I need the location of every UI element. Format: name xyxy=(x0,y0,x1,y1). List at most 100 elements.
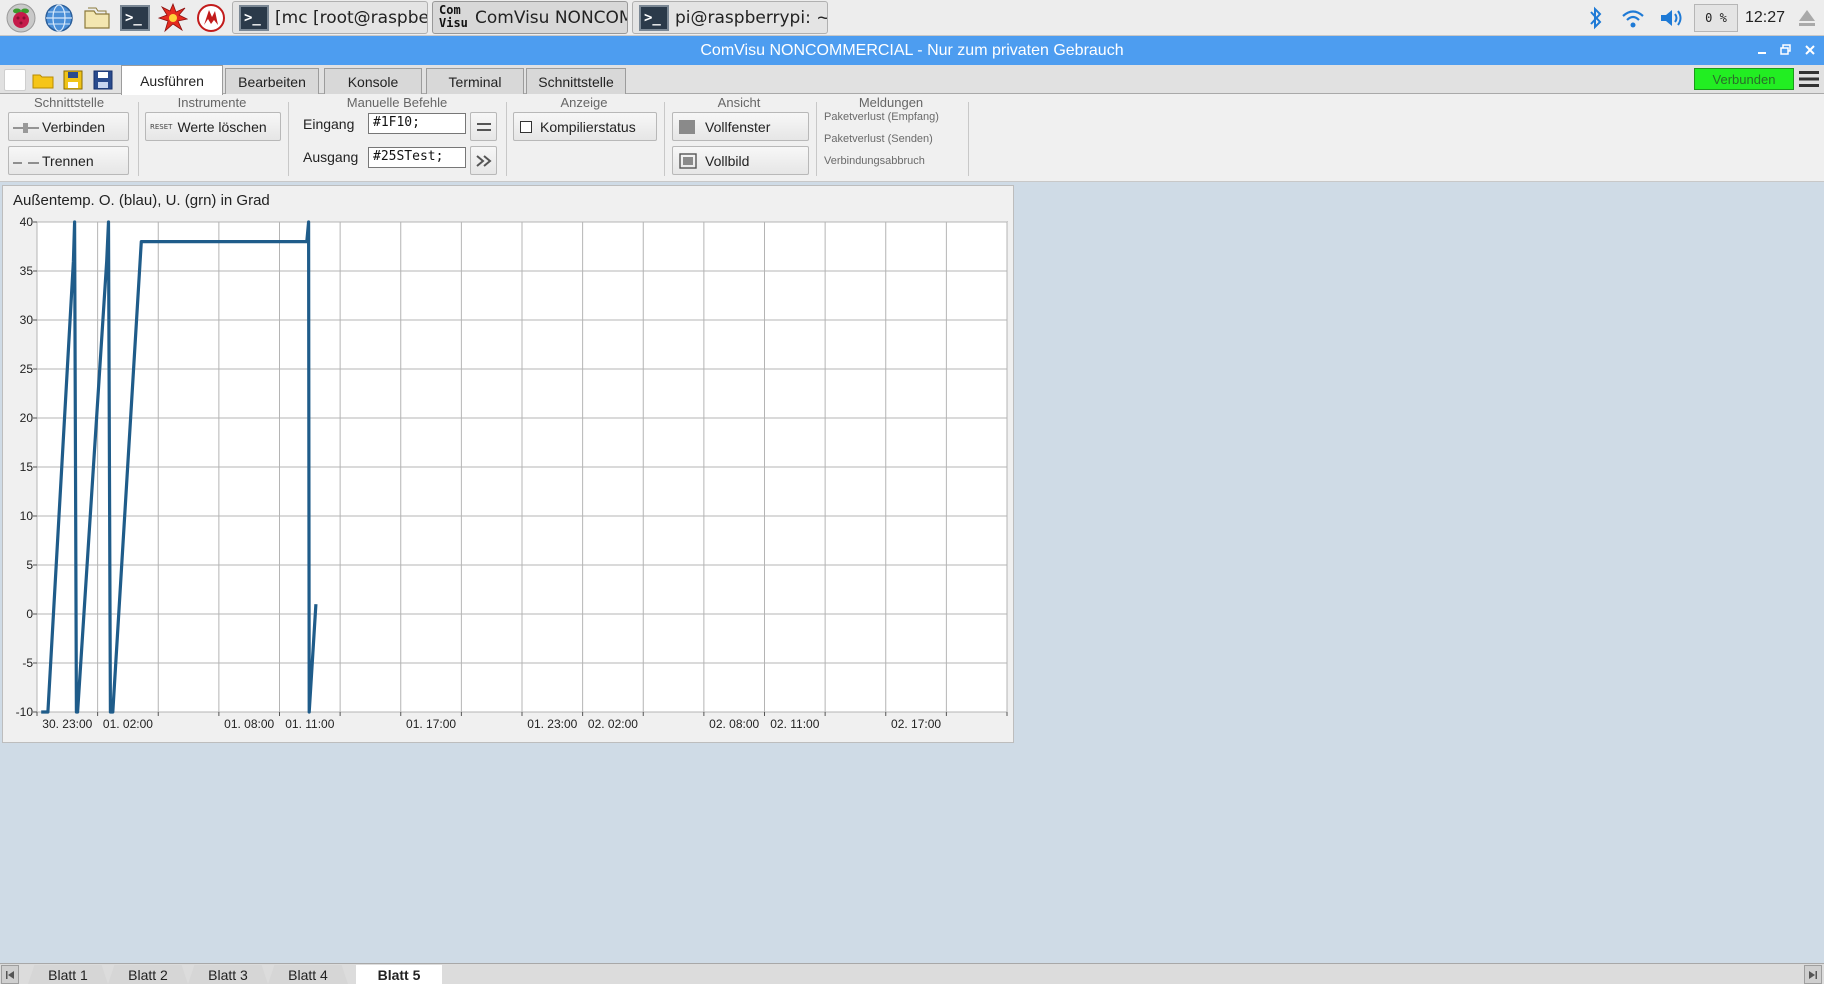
x-tick-label: 01. 11:00 xyxy=(285,717,334,731)
task-mc-terminal[interactable]: >_ [mc [root@raspberry... xyxy=(232,1,428,34)
close-icon[interactable] xyxy=(1800,40,1820,60)
mathematica-icon[interactable] xyxy=(194,1,228,35)
task-label: [mc [root@raspberry... xyxy=(275,7,428,28)
x-tick-label: 30. 23:00 xyxy=(42,717,92,731)
group-title-ansicht: Ansicht xyxy=(717,95,761,110)
equals-icon xyxy=(476,122,491,131)
tab-ausfuehren[interactable]: Ausführen xyxy=(121,65,223,95)
volume-icon[interactable] xyxy=(1656,0,1688,36)
y-tick-label: 35 xyxy=(20,264,34,278)
y-tick-label: 40 xyxy=(20,215,34,229)
raspberry-menu-icon[interactable] xyxy=(4,1,38,35)
ribbon-separator xyxy=(506,102,507,176)
save-icon[interactable] xyxy=(62,69,84,91)
file-manager-icon[interactable] xyxy=(80,1,114,35)
minimize-icon[interactable] xyxy=(1752,40,1772,60)
equals-button[interactable] xyxy=(470,112,497,141)
sheet-tab-2[interactable]: Blatt 2 xyxy=(108,965,188,984)
terminal-icon: >_ xyxy=(639,4,669,31)
group-title-manuelle-befehle: Manuelle Befehle xyxy=(346,95,448,110)
y-tick-label: 5 xyxy=(26,558,33,572)
window-titlebar[interactable]: ComVisu NONCOMMERCIAL - Nur zum privaten… xyxy=(0,36,1824,65)
wifi-icon[interactable] xyxy=(1618,0,1648,36)
sheet-tab-5[interactable]: Blatt 5 xyxy=(356,965,442,984)
y-tick-label: -10 xyxy=(16,705,34,719)
x-tick-label: 02. 08:00 xyxy=(709,717,759,731)
scroll-right-icon[interactable] xyxy=(1804,965,1822,984)
connect-label: Verbinden xyxy=(42,118,106,135)
group-title-instrumente: Instrumente xyxy=(177,95,247,110)
restore-icon[interactable] xyxy=(1776,40,1796,60)
sheet-tab-label: Blatt 3 xyxy=(208,966,248,983)
compile-status-toggle[interactable]: Kompilierstatus xyxy=(513,112,657,141)
scroll-left-icon[interactable] xyxy=(1,965,19,984)
new-file-icon[interactable] xyxy=(4,69,26,91)
sheet-tab-label: Blatt 1 xyxy=(48,966,88,983)
terminal-launcher-icon[interactable]: >_ xyxy=(118,1,152,35)
full-screen-button[interactable]: Vollbild xyxy=(672,146,809,175)
bluetooth-icon[interactable] xyxy=(1583,0,1609,36)
clock[interactable]: 12:27 xyxy=(1742,0,1788,36)
sheet-tab-label: Blatt 5 xyxy=(377,966,421,983)
task-comvisu[interactable]: Com Visu ComVisu NONCOM... xyxy=(432,1,628,34)
sheet-tab-label: Blatt 4 xyxy=(288,966,328,983)
input-command-field[interactable]: #1F10; xyxy=(368,113,466,134)
send-button[interactable] xyxy=(470,146,497,175)
group-title-meldungen: Meldungen xyxy=(858,95,924,110)
tab-bearbeiten[interactable]: Bearbeiten xyxy=(225,68,319,94)
sheet-tab-bar: Blatt 1 Blatt 2 Blatt 3 Blatt 4 Blatt 5 xyxy=(0,963,1824,984)
message-connection-lost: Verbindungsabbruch xyxy=(824,155,925,167)
x-tick-label: 02. 02:00 xyxy=(588,717,638,731)
burst-icon[interactable] xyxy=(156,1,190,35)
tab-label: Ausführen xyxy=(140,72,204,89)
open-folder-icon[interactable] xyxy=(32,69,54,91)
sheet-tab-4[interactable]: Blatt 4 xyxy=(268,965,348,984)
terminal-icon: >_ xyxy=(239,4,269,31)
x-tick-label: 02. 17:00 xyxy=(891,717,941,731)
y-tick-label: -5 xyxy=(22,656,33,670)
tab-konsole[interactable]: Konsole xyxy=(324,68,422,94)
disconnect-button[interactable]: Trennen xyxy=(8,146,129,175)
full-window-icon xyxy=(679,119,695,134)
tab-label: Konsole xyxy=(347,73,399,90)
full-window-button[interactable]: Vollfenster xyxy=(672,112,809,141)
output-command-label: Ausgang xyxy=(303,149,359,165)
compile-status-label: Kompilierstatus xyxy=(540,118,636,135)
terminal-glyph: >_ xyxy=(120,4,150,31)
hamburger-menu-icon[interactable] xyxy=(1798,68,1820,90)
x-tick-label: 01. 02:00 xyxy=(103,717,153,731)
y-tick-label: 0 xyxy=(26,607,33,621)
tab-schnittstelle[interactable]: Schnittstelle xyxy=(526,68,626,94)
eject-icon[interactable] xyxy=(1794,0,1820,36)
x-tick-label: 01. 23:00 xyxy=(527,717,577,731)
ribbon-panel: Schnittstelle Verbinden Trennen Instrume… xyxy=(0,94,1824,182)
x-tick-label: 01. 17:00 xyxy=(406,717,456,731)
temperature-chart[interactable]: 40 35 30 25 20 15 10 5 0 -5 -10 30. 23:00 01. 02:00 0… xyxy=(3,186,1015,744)
task-label: ComVisu NONCOM... xyxy=(475,7,627,28)
message-packet-loss-receive: Paketverlust (Empfang) xyxy=(824,111,939,123)
connect-button[interactable]: Verbinden xyxy=(8,112,129,141)
save-as-icon[interactable] xyxy=(92,69,114,91)
group-title-schnittstelle: Schnittstelle xyxy=(33,95,105,110)
cpu-readout: 0 % xyxy=(1705,11,1727,25)
clear-values-button[interactable]: RESET Werte löschen xyxy=(145,112,281,141)
task-pi-terminal[interactable]: >_ pi@raspberrypi: ~ xyxy=(632,1,828,34)
web-browser-icon[interactable] xyxy=(42,1,76,35)
output-command-field[interactable]: #25STest; xyxy=(368,147,466,168)
chart-panel[interactable]: Außentemp. O. (blau), U. (grn) in Grad 4… xyxy=(2,185,1014,743)
sheet-tab-3[interactable]: Blatt 3 xyxy=(188,965,268,984)
cpu-monitor[interactable]: 0 % xyxy=(1694,4,1738,32)
sheet-tab-1[interactable]: Blatt 1 xyxy=(28,965,108,984)
y-tick-label: 10 xyxy=(20,509,34,523)
x-tick-label: 02. 11:00 xyxy=(770,717,819,731)
y-tick-label: 30 xyxy=(20,313,34,327)
full-screen-label: Vollbild xyxy=(705,152,750,169)
x-tick-label: 01. 08:00 xyxy=(224,717,274,731)
connect-plug-icon xyxy=(13,122,39,133)
checkbox-icon xyxy=(520,120,532,133)
tab-terminal[interactable]: Terminal xyxy=(426,68,524,94)
status-badge: Verbunden xyxy=(1694,68,1794,90)
ribbon-tab-row: Ausführen Bearbeiten Konsole Terminal Sc… xyxy=(0,65,1824,95)
ribbon-separator xyxy=(138,102,139,176)
ribbon-separator xyxy=(816,102,817,176)
